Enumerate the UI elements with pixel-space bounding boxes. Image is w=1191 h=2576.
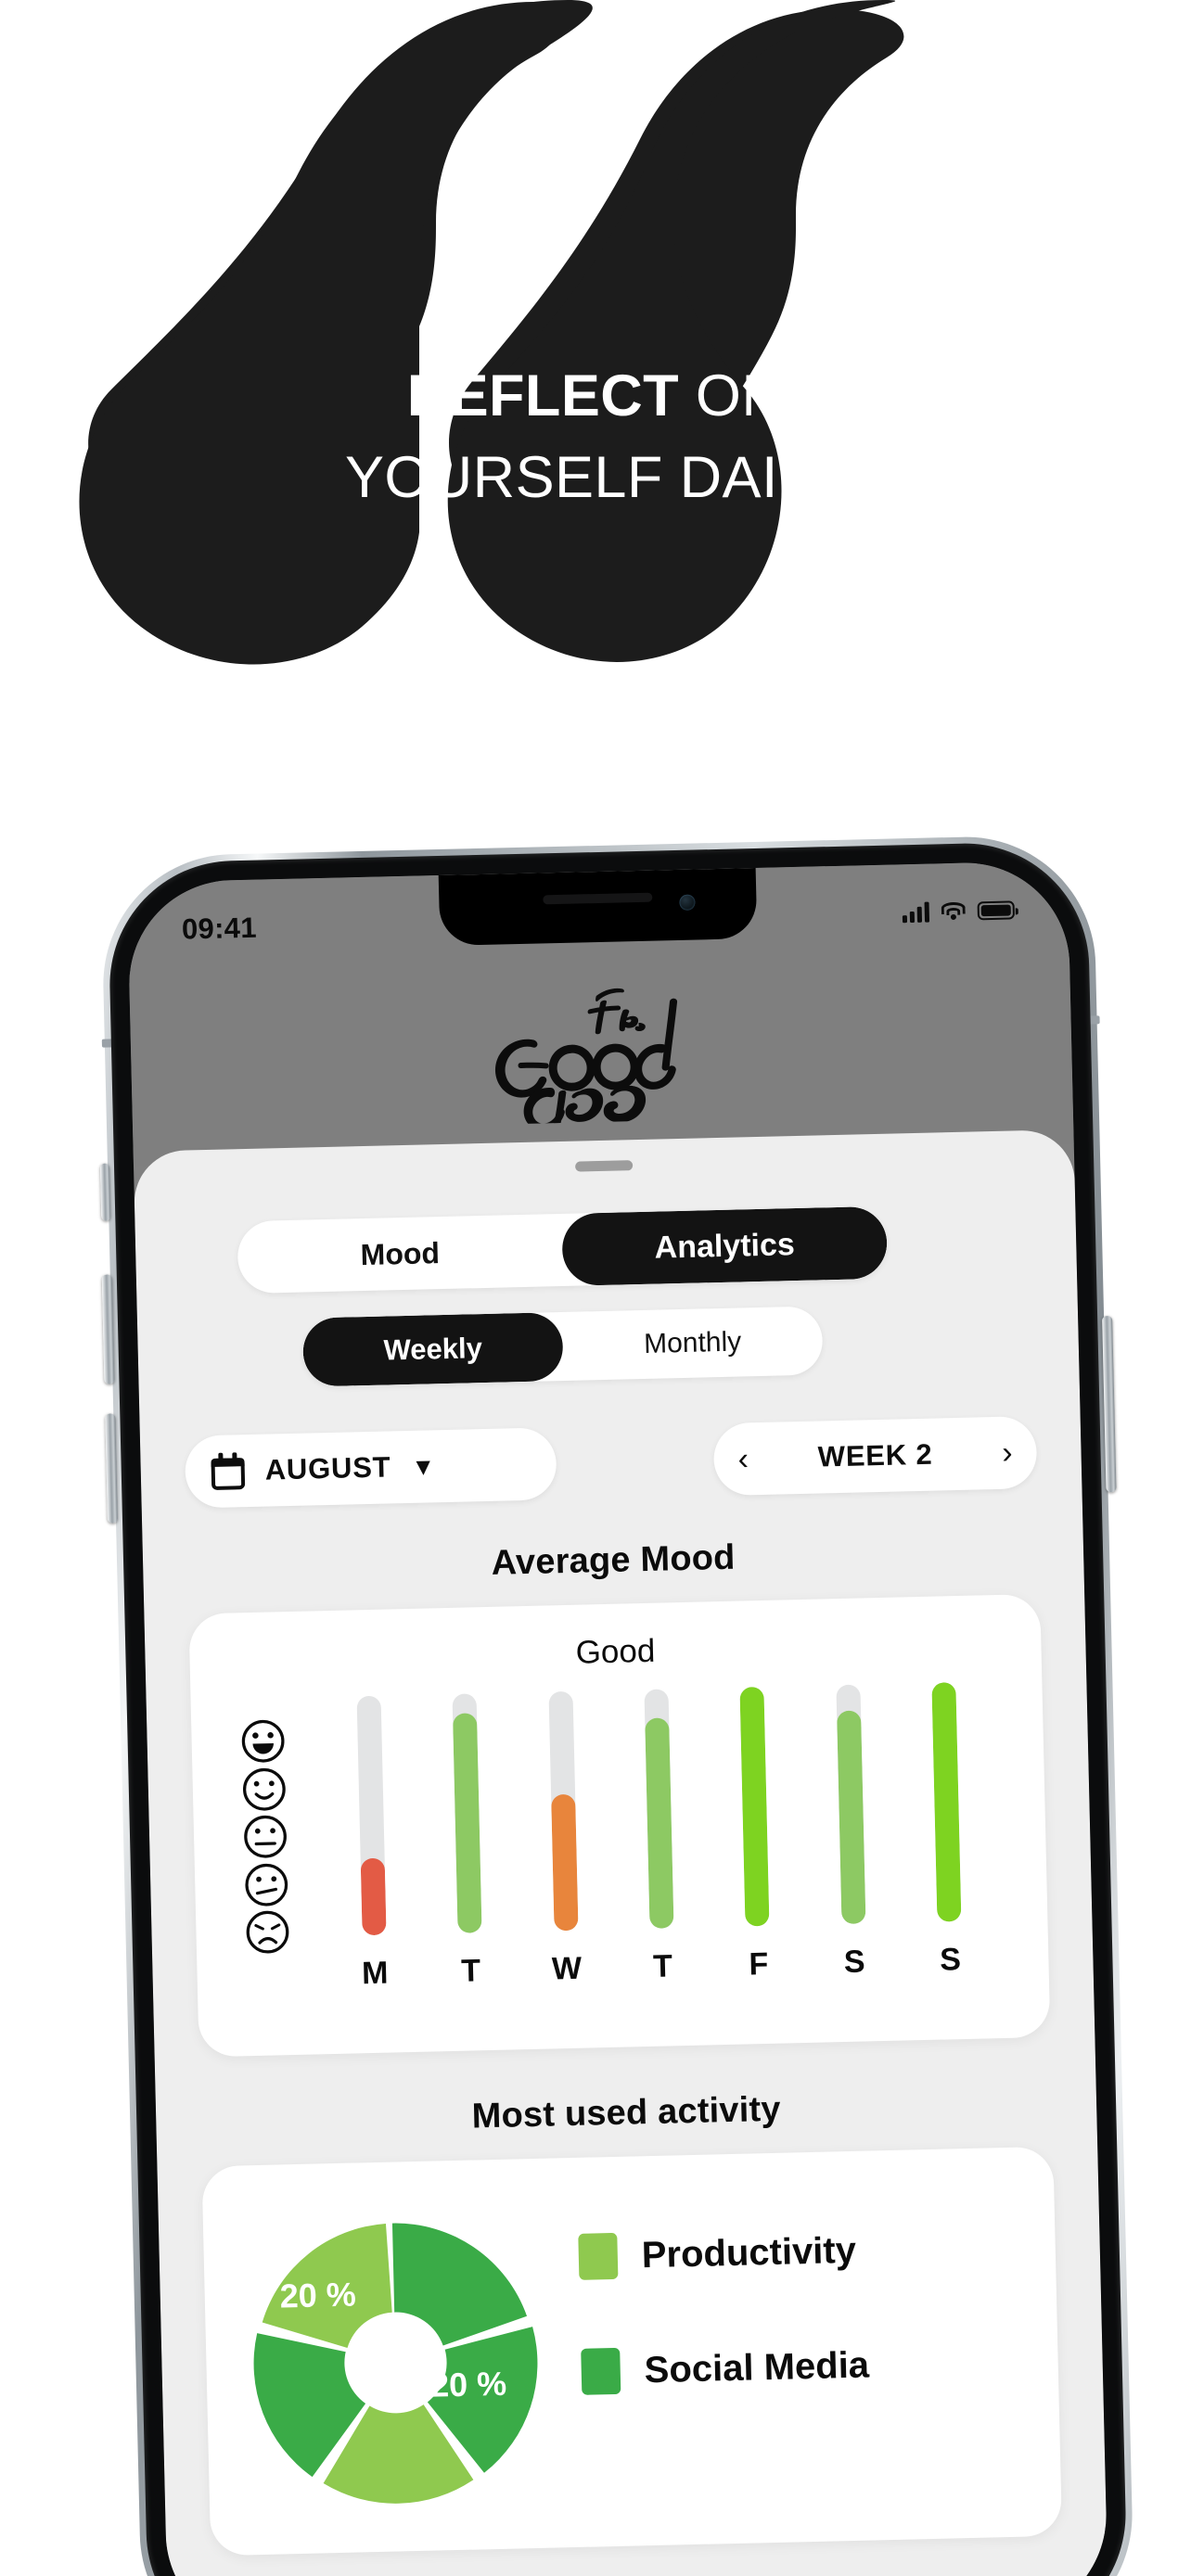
period-pickers: AUGUST ▼ ‹ WEEK 2 › [140,1415,1082,1515]
average-mood-summary: Good [575,1632,656,1671]
mood-bars: M T W T F S S [299,1682,1014,1994]
bar-label: F [749,1945,769,1983]
most-used-activity-title: Most used activity [471,2089,782,2136]
chevron-down-icon: ▼ [411,1451,436,1481]
bar-label: S [843,1944,866,1981]
tab-monthly[interactable]: Monthly [562,1306,824,1381]
donut-slice-label-2: 20 % [430,2365,507,2404]
silent-switch-button[interactable] [99,1163,111,1221]
the-good-script-logo [494,988,678,1126]
bar-track [931,1682,962,1922]
legend-swatch [581,2347,621,2395]
mood-bar-saturday[interactable]: S [808,1684,894,1982]
face-sad-icon [246,1910,289,1954]
bar-fill [739,1686,770,1927]
bar-fill [453,1712,482,1933]
calendar-icon [211,1452,246,1490]
face-very-happy-icon [241,1719,285,1763]
mood-bar-chart: M T W T F S S [226,1682,1014,1996]
chevron-left-icon[interactable]: ‹ [737,1441,749,1476]
activity-legend: Productivity Social Media [578,2224,1029,2464]
status-bar-time: 09:41 [181,911,258,946]
tab-weekly[interactable]: Weekly [301,1312,564,1387]
average-mood-title: Average Mood [491,1537,736,1583]
bar-fill [931,1682,962,1922]
mood-bar-thursday[interactable]: T [616,1689,702,1986]
donut-slice-label-1: 20 % [279,2276,356,2315]
screenshot-root: REFLECT ON YOURSELF DAILY 09:41 Mood Ana… [0,0,1191,2576]
legend-label: Productivity [641,2229,857,2276]
most-used-activity-card: 20 % 20 % Productivity Social Media [201,2146,1063,2557]
bar-label: T [460,1953,481,1989]
mood-bar-wednesday[interactable]: W [520,1690,607,1988]
face-neutral-icon [244,1815,287,1858]
bar-fill [836,1710,866,1925]
tab-analytics[interactable]: Analytics [561,1205,889,1286]
chevron-right-icon[interactable]: › [1002,1435,1013,1471]
wifi-icon [941,901,967,923]
hero-headline: REFLECT ON YOURSELF DAILY [0,362,1191,513]
mood-bar-tuesday[interactable]: T [425,1693,511,1991]
bar-track [644,1689,674,1929]
phone-screen: 09:41 Mood Analytics Weekly Monthly AUGU… [126,861,1109,2576]
bar-fill [360,1858,387,1936]
main-tab-group: Mood Analytics [237,1205,889,1294]
cellular-signal-icon [902,901,930,924]
mood-bar-friday[interactable]: F [712,1686,799,1983]
battery-full-icon [977,900,1015,921]
headline-rest: ON [679,363,785,428]
week-picker-value: WEEK 2 [817,1437,933,1473]
bar-track [836,1684,866,1925]
bar-track [739,1686,770,1927]
week-picker: ‹ WEEK 2 › [712,1416,1038,1497]
bar-track [452,1693,482,1933]
bar-track [548,1690,579,1932]
average-mood-card: Good M T W T F S S [188,1593,1051,2058]
legend-item-social-media[interactable]: Social Media [581,2339,1027,2395]
bar-fill [645,1717,674,1929]
sheet-drag-handle[interactable] [575,1160,634,1172]
month-picker-value: AUGUST [264,1450,391,1486]
mood-bar-sunday[interactable]: S [904,1681,991,1979]
range-tab-group: Weekly Monthly [301,1306,824,1387]
bar-fill [550,1793,579,1932]
bar-label: S [939,1942,962,1978]
status-bar-indicators [902,899,1015,924]
bar-label: M [361,1955,389,1992]
donut-slice-1[interactable] [391,2220,528,2347]
phone-mockup: 09:41 Mood Analytics Weekly Monthly AUGU… [81,820,1155,2576]
analytics-sheet: Mood Analytics Weekly Monthly AUGUST ▼ ‹… [133,1129,1109,2576]
tab-mood[interactable]: Mood [237,1214,563,1294]
face-happy-icon [242,1767,286,1811]
face-unhappy-icon [245,1863,288,1906]
hero-quote-blob: REFLECT ON YOURSELF DAILY [0,0,1191,816]
bar-track [356,1695,387,1936]
mood-bar-monday[interactable]: M [328,1695,415,1993]
headline-emphasis: REFLECT [406,363,680,428]
legend-label: Social Media [644,2344,870,2391]
headline-line-2: YOURSELF DAILY [344,445,847,511]
activity-donut-chart: 20 % 20 % [235,2201,557,2524]
month-picker[interactable]: AUGUST ▼ [184,1427,557,1509]
bar-label: W [551,1950,583,1987]
legend-item-productivity[interactable]: Productivity [578,2224,1024,2280]
mood-scale-axis [226,1715,304,1957]
bar-label: T [652,1948,673,1984]
legend-swatch [578,2232,619,2280]
